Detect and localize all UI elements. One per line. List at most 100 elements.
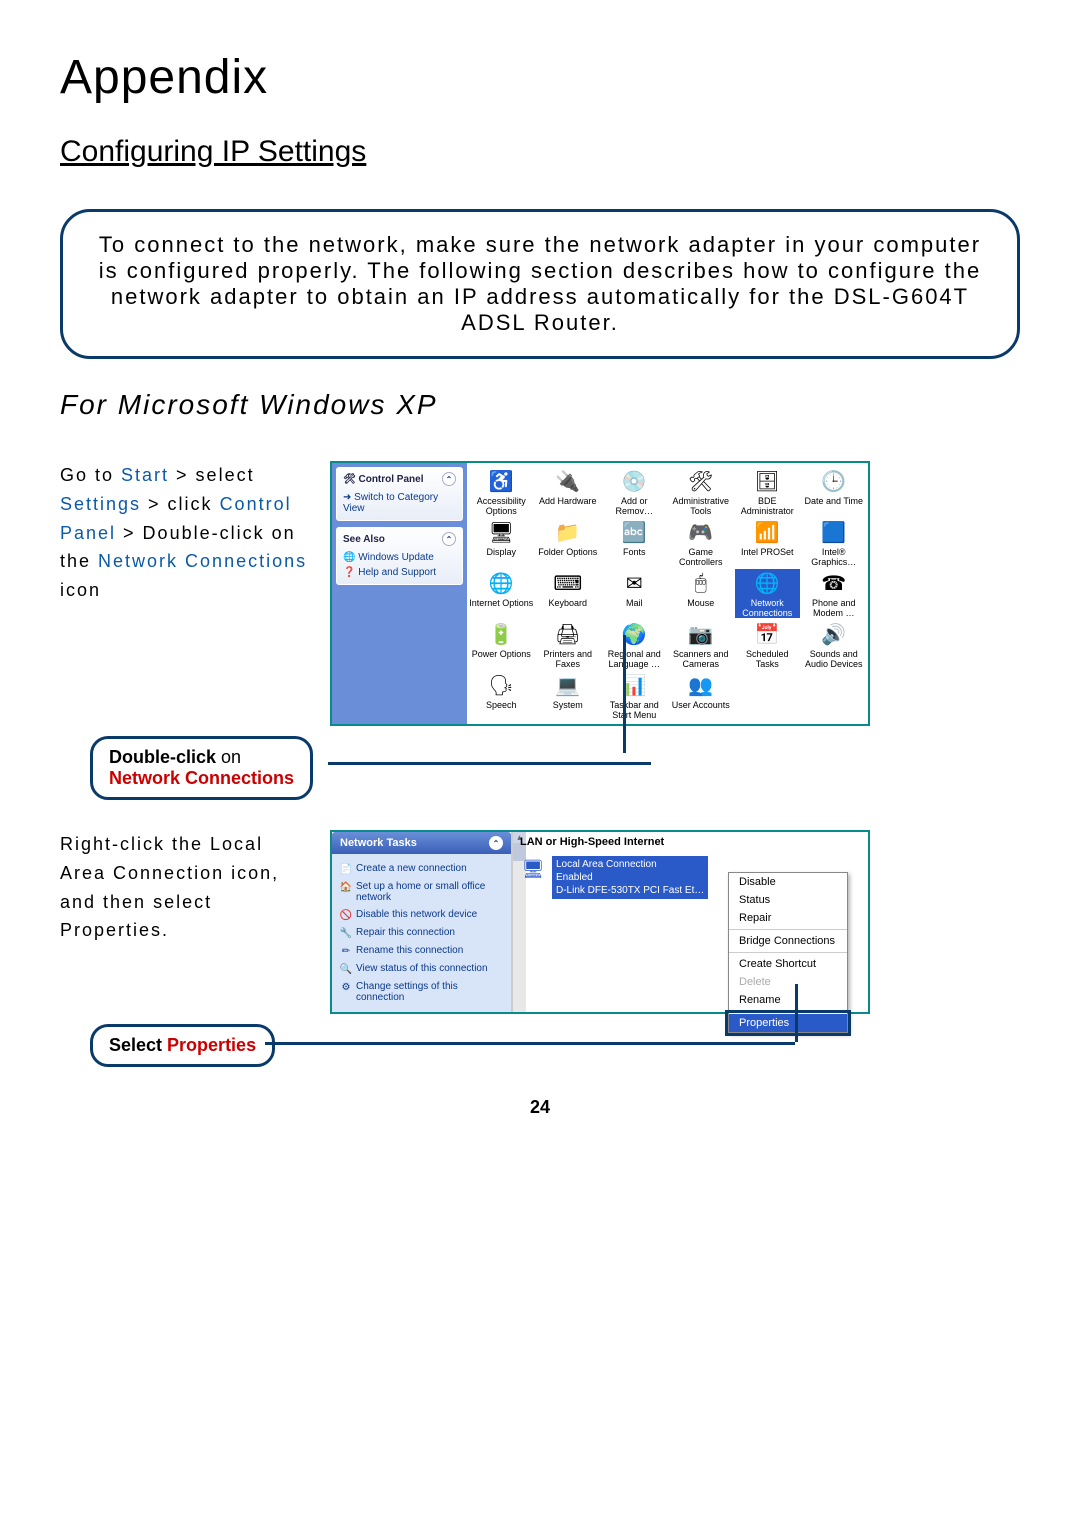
cp-icon: 📁	[554, 518, 582, 546]
cp-icon: 🖨	[554, 620, 582, 648]
switch-view-link[interactable]: ➜ Switch to Category View	[343, 490, 456, 516]
cp-icon: 🖥	[487, 518, 515, 546]
menu-item-rename[interactable]: Rename	[729, 991, 847, 1009]
callout-properties: Select Properties	[90, 1024, 275, 1067]
network-task-link[interactable]: ✏Rename this connection	[340, 942, 503, 960]
cp-icon: 🔌	[554, 467, 582, 495]
cp-icon: ☎	[820, 569, 848, 597]
cp-item-accessibility-options[interactable]: ♿Accessibility Options	[469, 467, 534, 516]
menu-item-disable[interactable]: Disable	[729, 873, 847, 891]
task-icon: 🚫	[340, 909, 352, 921]
collapse-icon[interactable]: ⌃	[442, 472, 456, 486]
cp-item-bde-administrator[interactable]: 🗄BDE Administrator	[735, 467, 800, 516]
cp-icon: 👥	[687, 671, 715, 699]
cp-item-internet-options[interactable]: 🌐Internet Options	[469, 569, 534, 618]
network-task-link[interactable]: 📄Create a new connection	[340, 860, 503, 878]
cp-item-fonts[interactable]: 🔤Fonts	[602, 518, 667, 567]
cp-icon: 💿	[620, 467, 648, 495]
windows-update-link[interactable]: 🌐 Windows Update	[343, 550, 456, 565]
menu-item-status[interactable]: Status	[729, 891, 847, 909]
cp-item-regional-and-language[interactable]: 🌍Regional and Language …	[602, 620, 667, 669]
cp-item-folder-options[interactable]: 📁Folder Options	[536, 518, 601, 567]
cp-icon: 🗄	[753, 467, 781, 495]
cp-item-scheduled-tasks[interactable]: 📅Scheduled Tasks	[735, 620, 800, 669]
callout-network-connections: Double-click on Network Connections	[90, 736, 313, 800]
task-icon: ✏	[340, 945, 352, 957]
cp-icon: 🗣	[487, 671, 515, 699]
task-icon: 🏠	[340, 881, 352, 893]
cp-icon: 🛠	[687, 467, 715, 495]
menu-item-repair[interactable]: Repair	[729, 909, 847, 927]
cp-item-mouse[interactable]: 🖱Mouse	[669, 569, 734, 618]
cp-icon: 🎮	[687, 518, 715, 546]
network-task-link[interactable]: ⚙Change settings of this connection	[340, 978, 503, 1006]
cp-item-user-accounts[interactable]: 👥User Accounts	[669, 671, 734, 720]
cp-icon: 📅	[753, 620, 781, 648]
cp-item-network-connections[interactable]: 🌐Network Connections	[735, 569, 800, 618]
menu-item-bridge-connections[interactable]: Bridge Connections	[729, 932, 847, 950]
step2-text: Right-click the Local Area Connection ic…	[60, 830, 310, 1014]
cp-item-add-or-remov[interactable]: 💿Add or Remov…	[602, 467, 667, 516]
collapse-icon[interactable]: ⌃	[489, 836, 503, 850]
control-panel-screenshot: 🛠 Control Panel ⌃ ➜ Switch to Category Vi…	[330, 461, 870, 726]
cp-icon: 🔤	[620, 518, 648, 546]
network-connections-screenshot: Network Tasks⌃ 📄Create a new connection🏠…	[330, 830, 870, 1014]
cp-icon: 🌐	[487, 569, 515, 597]
cp-item-taskbar-and-start-menu[interactable]: 📊Taskbar and Start Menu	[602, 671, 667, 720]
cp-item-scanners-and-cameras[interactable]: 📷Scanners and Cameras	[669, 620, 734, 669]
task-icon: ⚙	[340, 981, 352, 993]
network-task-link[interactable]: 🏠Set up a home or small office network	[340, 878, 503, 906]
cp-item-intel-proset[interactable]: 📶Intel PROSet	[735, 518, 800, 567]
cp-item-administrative-tools[interactable]: 🛠Administrative Tools	[669, 467, 734, 516]
menu-item-create-shortcut[interactable]: Create Shortcut	[729, 955, 847, 973]
cp-item-printers-and-faxes[interactable]: 🖨Printers and Faxes	[536, 620, 601, 669]
cp-icon: 🟦	[820, 518, 848, 546]
help-support-link[interactable]: ❓ Help and Support	[343, 565, 456, 580]
cp-icon: 🔊	[820, 620, 848, 648]
cp-item-add-hardware[interactable]: 🔌Add Hardware	[536, 467, 601, 516]
cp-icon: 📷	[687, 620, 715, 648]
cp-item-display[interactable]: 🖥Display	[469, 518, 534, 567]
cp-item-keyboard[interactable]: ⌨Keyboard	[536, 569, 601, 618]
cp-icon: 📶	[753, 518, 781, 546]
cp-item-game-controllers[interactable]: 🎮Game Controllers	[669, 518, 734, 567]
cp-item-date-and-time[interactable]: 🕒Date and Time	[802, 467, 867, 516]
cp-item-intel-graphics[interactable]: 🟦Intel® Graphics…	[802, 518, 867, 567]
task-icon: 🔧	[340, 927, 352, 939]
collapse-icon[interactable]: ⌃	[442, 532, 456, 546]
cp-icon: 🕒	[820, 467, 848, 495]
cp-icon: ⌨	[554, 569, 582, 597]
menu-item-delete: Delete	[729, 973, 847, 991]
page-number: 24	[60, 1097, 1020, 1118]
network-task-link[interactable]: 🔧Repair this connection	[340, 924, 503, 942]
page-title: Appendix	[60, 50, 1020, 105]
connector-line	[328, 762, 651, 765]
cp-item-mail[interactable]: ✉Mail	[602, 569, 667, 618]
network-icon: 🖥	[520, 856, 546, 882]
section-title: Configuring IP Settings	[60, 135, 1020, 169]
task-icon: 📄	[340, 863, 352, 875]
intro-box: To connect to the network, make sure the…	[60, 209, 1020, 359]
cp-icon: 🔋	[487, 620, 515, 648]
cp-item-phone-and-modem[interactable]: ☎Phone and Modem …	[802, 569, 867, 618]
cp-icon: 💻	[554, 671, 582, 699]
cp-item-power-options[interactable]: 🔋Power Options	[469, 620, 534, 669]
os-heading: For Microsoft Windows XP	[60, 389, 1020, 421]
network-task-link[interactable]: 🚫Disable this network device	[340, 906, 503, 924]
cp-icon: ♿	[487, 467, 515, 495]
cp-title: Control Panel	[358, 474, 423, 485]
cp-icon: 🌐	[753, 569, 781, 597]
lan-section-header: LAN or High-Speed Internet	[520, 836, 860, 848]
network-tasks-title: Network Tasks	[340, 837, 417, 849]
cp-item-speech[interactable]: 🗣Speech	[469, 671, 534, 720]
step1-text: Go to Start > select Settings > click Co…	[60, 461, 310, 726]
context-menu: DisableStatusRepair Bridge Connections Cre…	[728, 872, 848, 1033]
connector-line	[795, 984, 798, 1042]
network-task-link[interactable]: 🔍View status of this connection	[340, 960, 503, 978]
task-icon: 🔍	[340, 963, 352, 975]
connector-line	[265, 1042, 795, 1045]
cp-icon: 🖱	[687, 569, 715, 597]
cp-item-system[interactable]: 💻System	[536, 671, 601, 720]
see-also-label: See Also	[343, 534, 385, 545]
cp-item-sounds-and-audio-devices[interactable]: 🔊Sounds and Audio Devices	[802, 620, 867, 669]
